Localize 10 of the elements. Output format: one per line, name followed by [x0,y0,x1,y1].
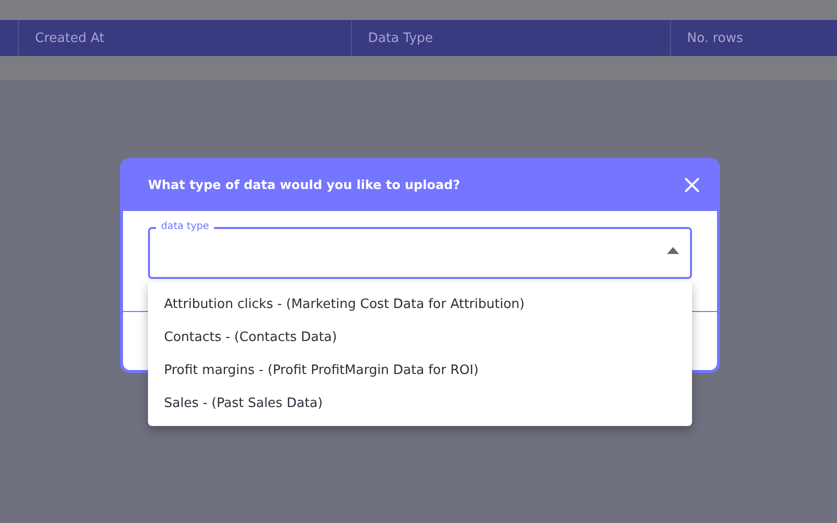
close-icon [684,176,700,192]
menu-option[interactable]: Attribution clicks - (Marketing Cost Data for Attribution) [148,288,692,321]
caret-icon [667,247,679,254]
field-label: data type [156,220,214,234]
menu-option[interactable]: Sales - (Past Sales Data) [148,387,692,420]
menu-option[interactable]: Contacts - (Contacts Data) [148,321,692,354]
menu-option[interactable]: Profit margins - (Profit ProfitMargin Data for ROI) [148,354,692,387]
column-header: No. rows [686,30,744,48]
dialog-title: What type of data would you like to upload? [148,177,460,192]
close-button[interactable] [684,176,700,192]
